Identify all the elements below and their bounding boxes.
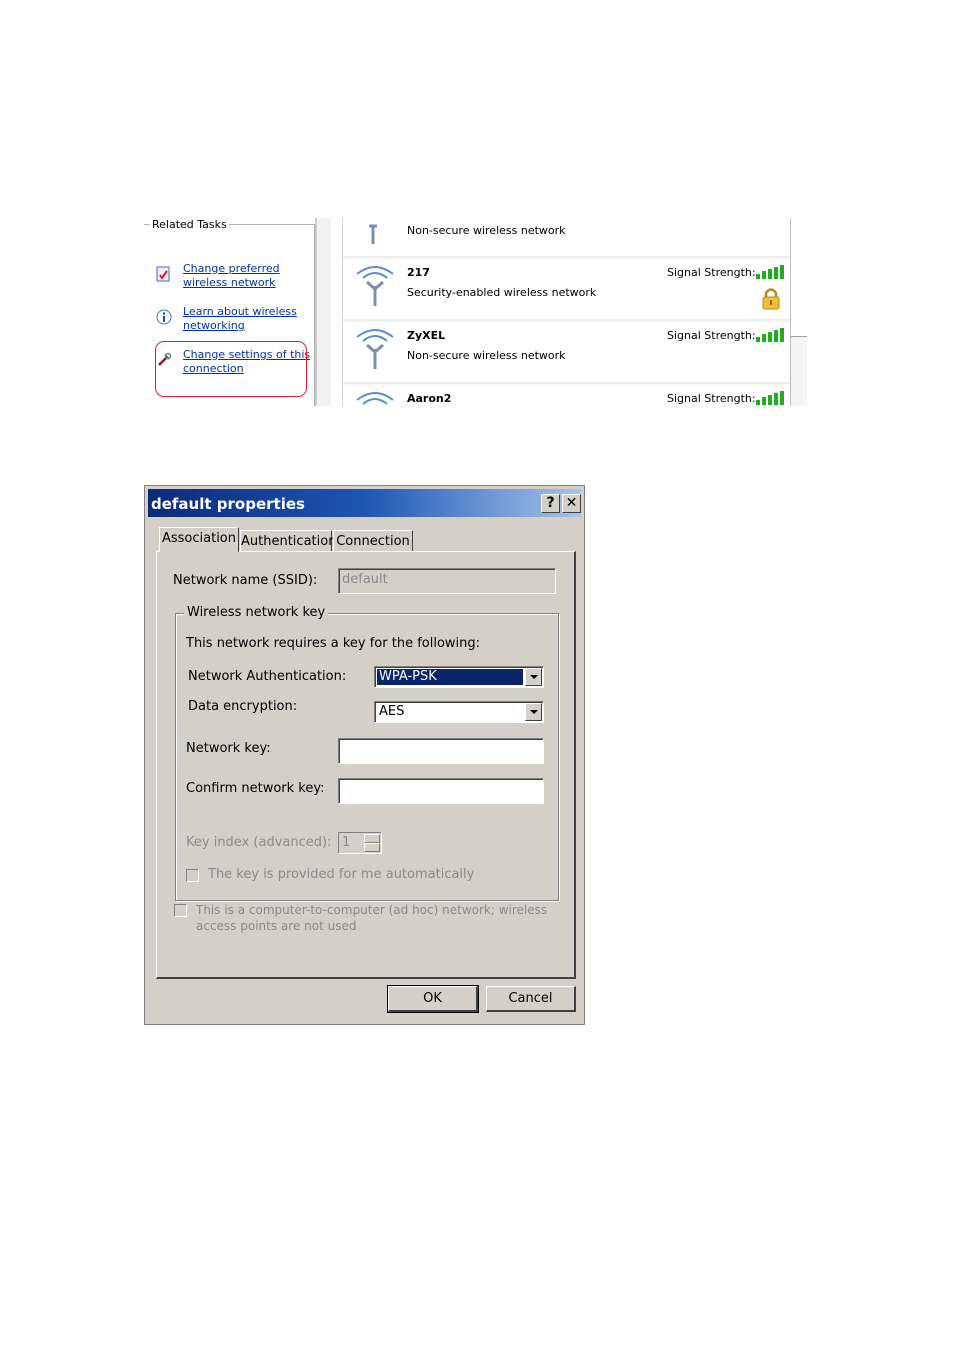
adhoc-label-line1: This is a computer-to-computer (ad hoc) … [196,903,548,917]
scrollbar-thumb[interactable] [791,218,807,337]
tab-association[interactable]: Association [159,527,239,552]
auto-key-label: The key is provided for me automatically [208,867,475,882]
auto-key-checkbox[interactable] [186,869,199,882]
confirm-key-field[interactable] [338,778,544,804]
chevron-down-icon[interactable] [525,668,542,686]
signal-bars-icon [756,264,786,279]
antenna-icon [353,325,397,369]
confirm-key-label: Confirm network key: [186,781,325,796]
item-separator [343,256,791,260]
auth-select[interactable]: WPA-PSK [374,666,544,688]
properties-dialog: default properties ? ✕ Association Authe… [144,485,585,1025]
network-description: Non-secure wireless network [407,349,566,362]
dialog-titlebar[interactable]: default properties ? ✕ [148,489,581,517]
item-separator [343,319,791,323]
network-item[interactable]: 217 Security-enabled wireless network Si… [343,256,791,318]
related-tasks-title: Related Tasks [150,218,229,231]
tab-connection[interactable]: Connection [333,530,413,552]
item-separator [343,382,791,386]
auth-label: Network Authentication: [188,669,347,684]
antenna-icon [353,262,397,306]
network-item[interactable]: Aaron2 Signal Strength: [343,382,791,406]
wireless-network-list-screenshot: Related Tasks Change preferred wireless … [144,218,807,406]
network-item[interactable]: Non-secure wireless network [343,218,791,256]
checklist-icon [156,266,172,282]
antenna-icon [353,218,397,244]
auth-value: WPA-PSK [377,669,523,685]
network-item[interactable]: ZyXEL Non-secure wireless network Signal… [343,319,791,381]
network-key-label: Network key: [186,741,271,756]
info-icon [156,309,172,325]
signal-strength-label: Signal Strength: [667,266,756,279]
key-index-spinner[interactable]: 1 [338,832,382,854]
spin-down-icon[interactable] [364,843,380,852]
signal-bars-icon [756,327,786,342]
network-description: Non-secure wireless network [407,224,566,237]
wireless-key-group: Wireless network key This network requir… [175,605,559,901]
cancel-button[interactable]: Cancel [486,986,576,1012]
highlight-circle [155,341,307,397]
lock-icon [761,286,781,310]
key-index-value: 1 [342,835,351,850]
ssid-label: Network name (SSID): [173,573,318,588]
network-list-scrollbar[interactable] [790,218,807,406]
ok-button[interactable]: OK [387,985,479,1013]
network-name: Aaron2 [407,392,452,405]
close-button[interactable]: ✕ [562,494,581,513]
signal-strength-label: Signal Strength: [667,392,756,405]
signal-strength-label: Signal Strength: [667,329,756,342]
help-button[interactable]: ? [541,494,560,513]
ssid-field[interactable]: default [338,568,556,594]
antenna-icon [353,388,397,406]
network-list[interactable]: Non-secure wireless network 217 Security… [342,218,791,406]
encryption-select[interactable]: AES [374,701,544,723]
group-title: Wireless network key [184,605,329,620]
related-tasks-panel: Related Tasks Change preferred wireless … [144,218,316,406]
task-link-change-preferred[interactable]: Change preferred wireless network [183,262,315,290]
encryption-label: Data encryption: [188,699,298,714]
tab-authentication[interactable]: Authentication [240,530,336,552]
network-key-field[interactable] [338,738,544,764]
adhoc-label-line2: access points are not used [196,919,357,933]
dialog-title: default properties [151,495,305,513]
association-panel: Network name (SSID): default Wireless ne… [156,551,576,979]
requires-key-text: This network requires a key for the foll… [186,636,481,651]
network-description: Security-enabled wireless network [407,286,597,299]
key-index-label: Key index (advanced): [186,835,332,850]
encryption-value: AES [379,704,405,719]
adhoc-checkbox[interactable] [174,904,187,917]
task-link-learn-wireless[interactable]: Learn about wireless networking [183,305,315,333]
task-change-preferred[interactable]: Change preferred wireless network [156,262,316,292]
chevron-down-icon[interactable] [525,703,542,721]
task-learn-wireless[interactable]: Learn about wireless networking [156,305,316,335]
panel-divider [316,218,331,406]
spin-up-icon[interactable] [364,834,380,843]
signal-bars-icon [756,390,786,405]
network-name: ZyXEL [407,329,446,342]
network-name: 217 [407,266,430,279]
